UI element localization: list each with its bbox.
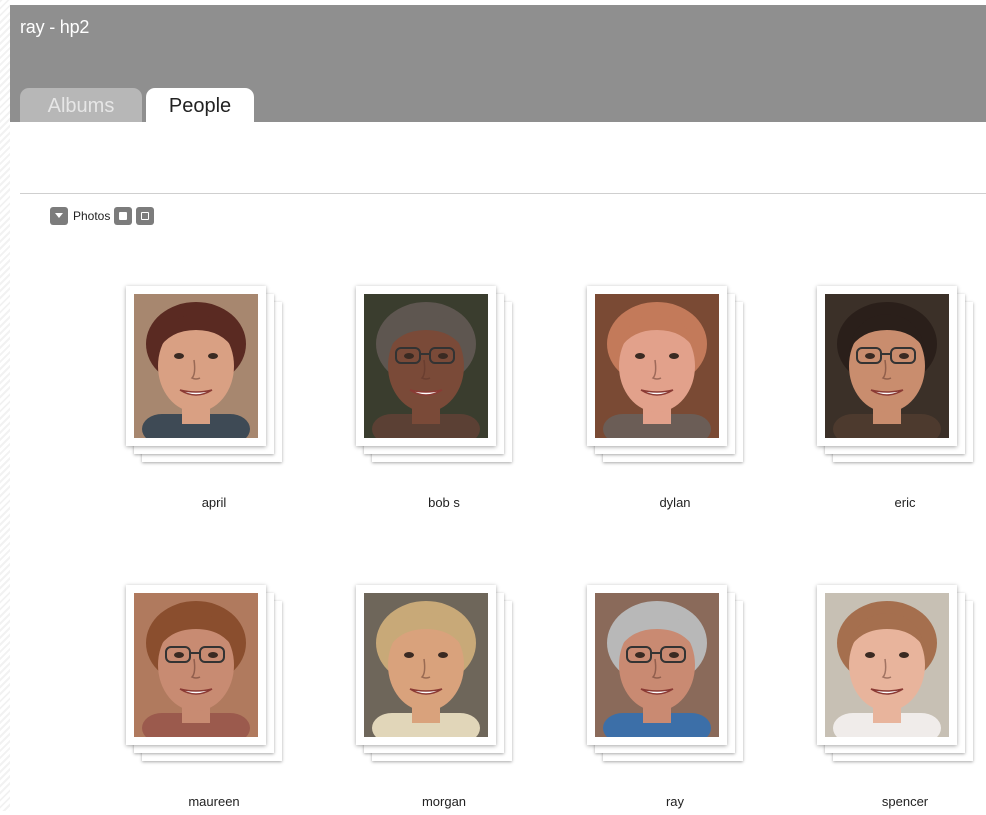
person-thumbnail[interactable] <box>356 286 496 446</box>
person-card[interactable]: maureen <box>126 585 316 815</box>
person-card[interactable]: bob s <box>356 286 546 516</box>
person-name-label: april <box>201 495 227 510</box>
person-card[interactable]: dylan <box>587 286 777 516</box>
face-photo <box>364 294 488 438</box>
person-name-label: maureen <box>188 794 240 809</box>
person-name-label: dylan <box>659 495 691 510</box>
person-thumbnail[interactable] <box>587 286 727 446</box>
person-card[interactable]: eric <box>817 286 986 516</box>
person-thumbnail[interactable] <box>587 585 727 745</box>
face-photo <box>134 294 258 438</box>
person-name-label: morgan <box>421 794 467 809</box>
face-photo <box>595 294 719 438</box>
app-header: ray - hp2 Albums People <box>10 5 986 123</box>
person-thumbnail[interactable] <box>126 286 266 446</box>
person-thumbnail[interactable] <box>356 585 496 745</box>
page-edge-decoration <box>0 0 10 811</box>
person-name-label: spencer <box>881 794 929 809</box>
window-title: ray - hp2 <box>20 17 90 37</box>
grid-view-icon[interactable] <box>136 206 155 225</box>
person-name-label: bob s <box>428 495 460 510</box>
face-photo <box>825 593 949 737</box>
person-card[interactable]: ray <box>587 585 777 815</box>
dropdown-arrow-icon[interactable] <box>50 206 68 225</box>
face-photo <box>364 593 488 737</box>
face-photo <box>134 593 258 737</box>
person-thumbnail[interactable] <box>817 585 957 745</box>
person-thumbnail[interactable] <box>126 585 266 745</box>
person-card[interactable]: april <box>126 286 316 516</box>
single-view-icon[interactable] <box>114 206 133 225</box>
tab-albums[interactable]: Albums <box>20 88 142 122</box>
photos-toolbar: Photos <box>50 206 155 225</box>
person-card[interactable]: morgan <box>356 585 546 815</box>
section-divider <box>20 193 986 194</box>
person-name-label: ray <box>665 794 685 809</box>
photos-label: Photos <box>73 208 111 223</box>
tab-people[interactable]: People <box>146 88 254 123</box>
face-photo <box>825 294 949 438</box>
face-photo <box>595 593 719 737</box>
person-card[interactable]: spencer <box>817 585 986 815</box>
person-thumbnail[interactable] <box>817 286 957 446</box>
person-name-label: eric <box>894 495 916 510</box>
